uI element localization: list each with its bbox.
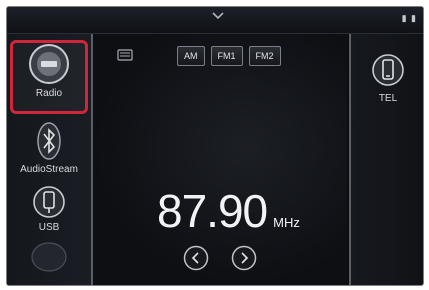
tel-label: TEL	[378, 93, 398, 104]
frequency-display: 87.90 MHz	[157, 184, 300, 238]
band-selector: AM FM1 FM2	[177, 46, 281, 66]
preset-list-icon[interactable]	[117, 49, 133, 61]
source-audiostream[interactable]: AudioStream	[7, 120, 91, 175]
source-usb-label: USB	[38, 222, 60, 233]
band-fm1-button[interactable]: FM1	[210, 46, 243, 66]
band-fm2-button[interactable]: FM2	[248, 46, 281, 66]
phone-icon	[372, 54, 404, 86]
source-radio-label: Radio	[35, 88, 63, 99]
seek-back-button[interactable]	[183, 245, 209, 271]
seek-forward-button[interactable]	[231, 245, 257, 271]
tuner-panel: AM FM1 FM2 87.90 MHz	[93, 34, 347, 285]
source-audiostream-label: AudioStream	[20, 164, 78, 175]
source-usb[interactable]: USB	[7, 184, 91, 233]
phone-sidebar: TEL	[349, 34, 423, 285]
head-unit-screen: ▮ ▮ Radio AudioStream USB AM FM1 FM2 87.…	[6, 6, 424, 286]
source-sidebar: Radio AudioStream USB	[7, 34, 93, 285]
frequency-value: 87.90	[157, 185, 268, 237]
chevron-down-icon[interactable]	[212, 12, 224, 20]
band-am-button[interactable]: AM	[177, 46, 205, 66]
bluetooth-icon	[37, 122, 61, 160]
source-more[interactable]	[7, 240, 91, 274]
status-indicator: ▮ ▮	[401, 13, 417, 23]
top-bar: ▮ ▮	[7, 7, 423, 34]
disc-icon	[31, 242, 67, 272]
tel-button[interactable]: TEL	[351, 52, 423, 104]
usb-icon	[33, 186, 65, 218]
source-radio[interactable]: Radio	[7, 42, 91, 99]
radio-icon	[29, 44, 69, 84]
frequency-unit: MHz	[273, 215, 300, 230]
